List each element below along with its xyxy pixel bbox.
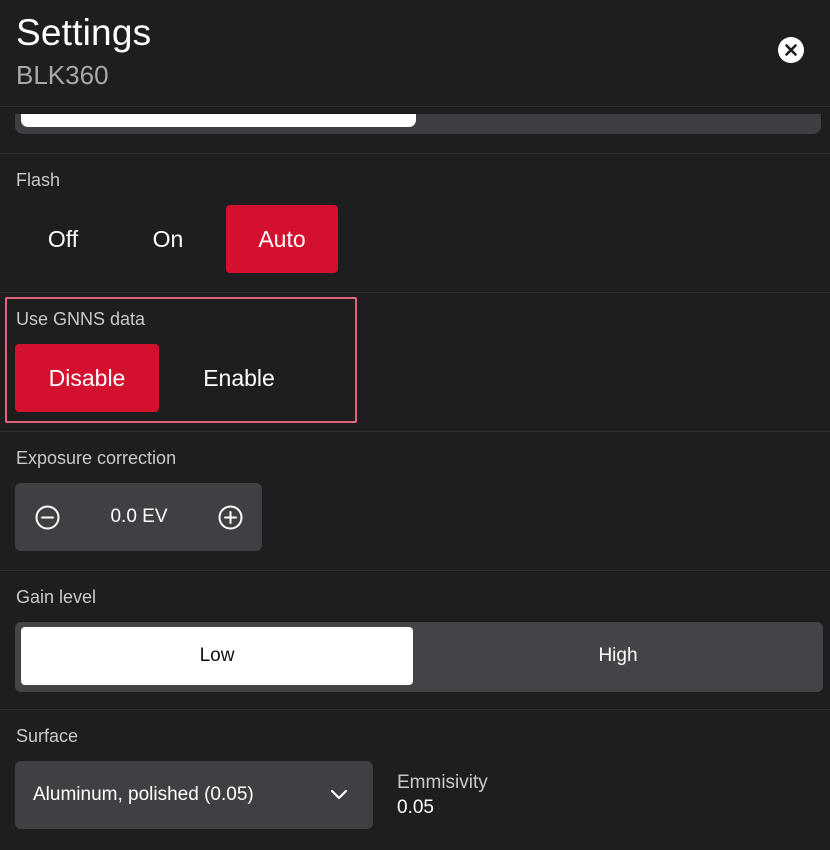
section-divider (0, 570, 830, 571)
gain-segmented-control: Low High (15, 622, 823, 692)
section-divider (0, 431, 830, 432)
close-button[interactable] (778, 37, 804, 63)
flash-label: Flash (16, 170, 61, 190)
flash-auto-button[interactable]: Auto (226, 205, 338, 273)
plus-circle-icon[interactable] (218, 505, 243, 530)
top-slider-fill (21, 114, 416, 127)
top-slider-track[interactable] (15, 114, 821, 134)
emissivity-label: Emmisivity (397, 772, 488, 793)
gain-label: Gain level (16, 587, 97, 607)
gain-low-option[interactable]: Low (21, 627, 413, 685)
gain-high-option[interactable]: High (419, 627, 817, 685)
gnss-enable-button[interactable]: Enable (168, 344, 310, 412)
header-divider (0, 106, 830, 107)
close-icon (785, 44, 797, 56)
section-divider (0, 153, 830, 154)
surface-label: Surface (16, 726, 79, 746)
gnss-disable-button[interactable]: Disable (15, 344, 159, 412)
section-divider (0, 292, 830, 293)
settings-header: Settings BLK360 (0, 0, 830, 108)
minus-circle-icon[interactable] (35, 505, 60, 530)
exposure-value: 0.0 EV (110, 506, 168, 527)
surface-selected-value: Aluminum, polished (0.05) (33, 784, 254, 805)
gnss-label: Use GNNS data (16, 309, 146, 329)
exposure-label: Exposure correction (16, 448, 177, 468)
flash-on-button[interactable]: On (120, 205, 216, 273)
section-divider (0, 709, 830, 710)
chevron-down-icon (330, 789, 348, 800)
exposure-stepper: 0.0 EV (15, 483, 262, 551)
emissivity-value: 0.05 (397, 797, 434, 818)
device-name: BLK360 (16, 60, 109, 90)
page-title: Settings (16, 12, 152, 53)
flash-off-button[interactable]: Off (15, 205, 111, 273)
surface-dropdown[interactable]: Aluminum, polished (0.05) (15, 761, 373, 829)
